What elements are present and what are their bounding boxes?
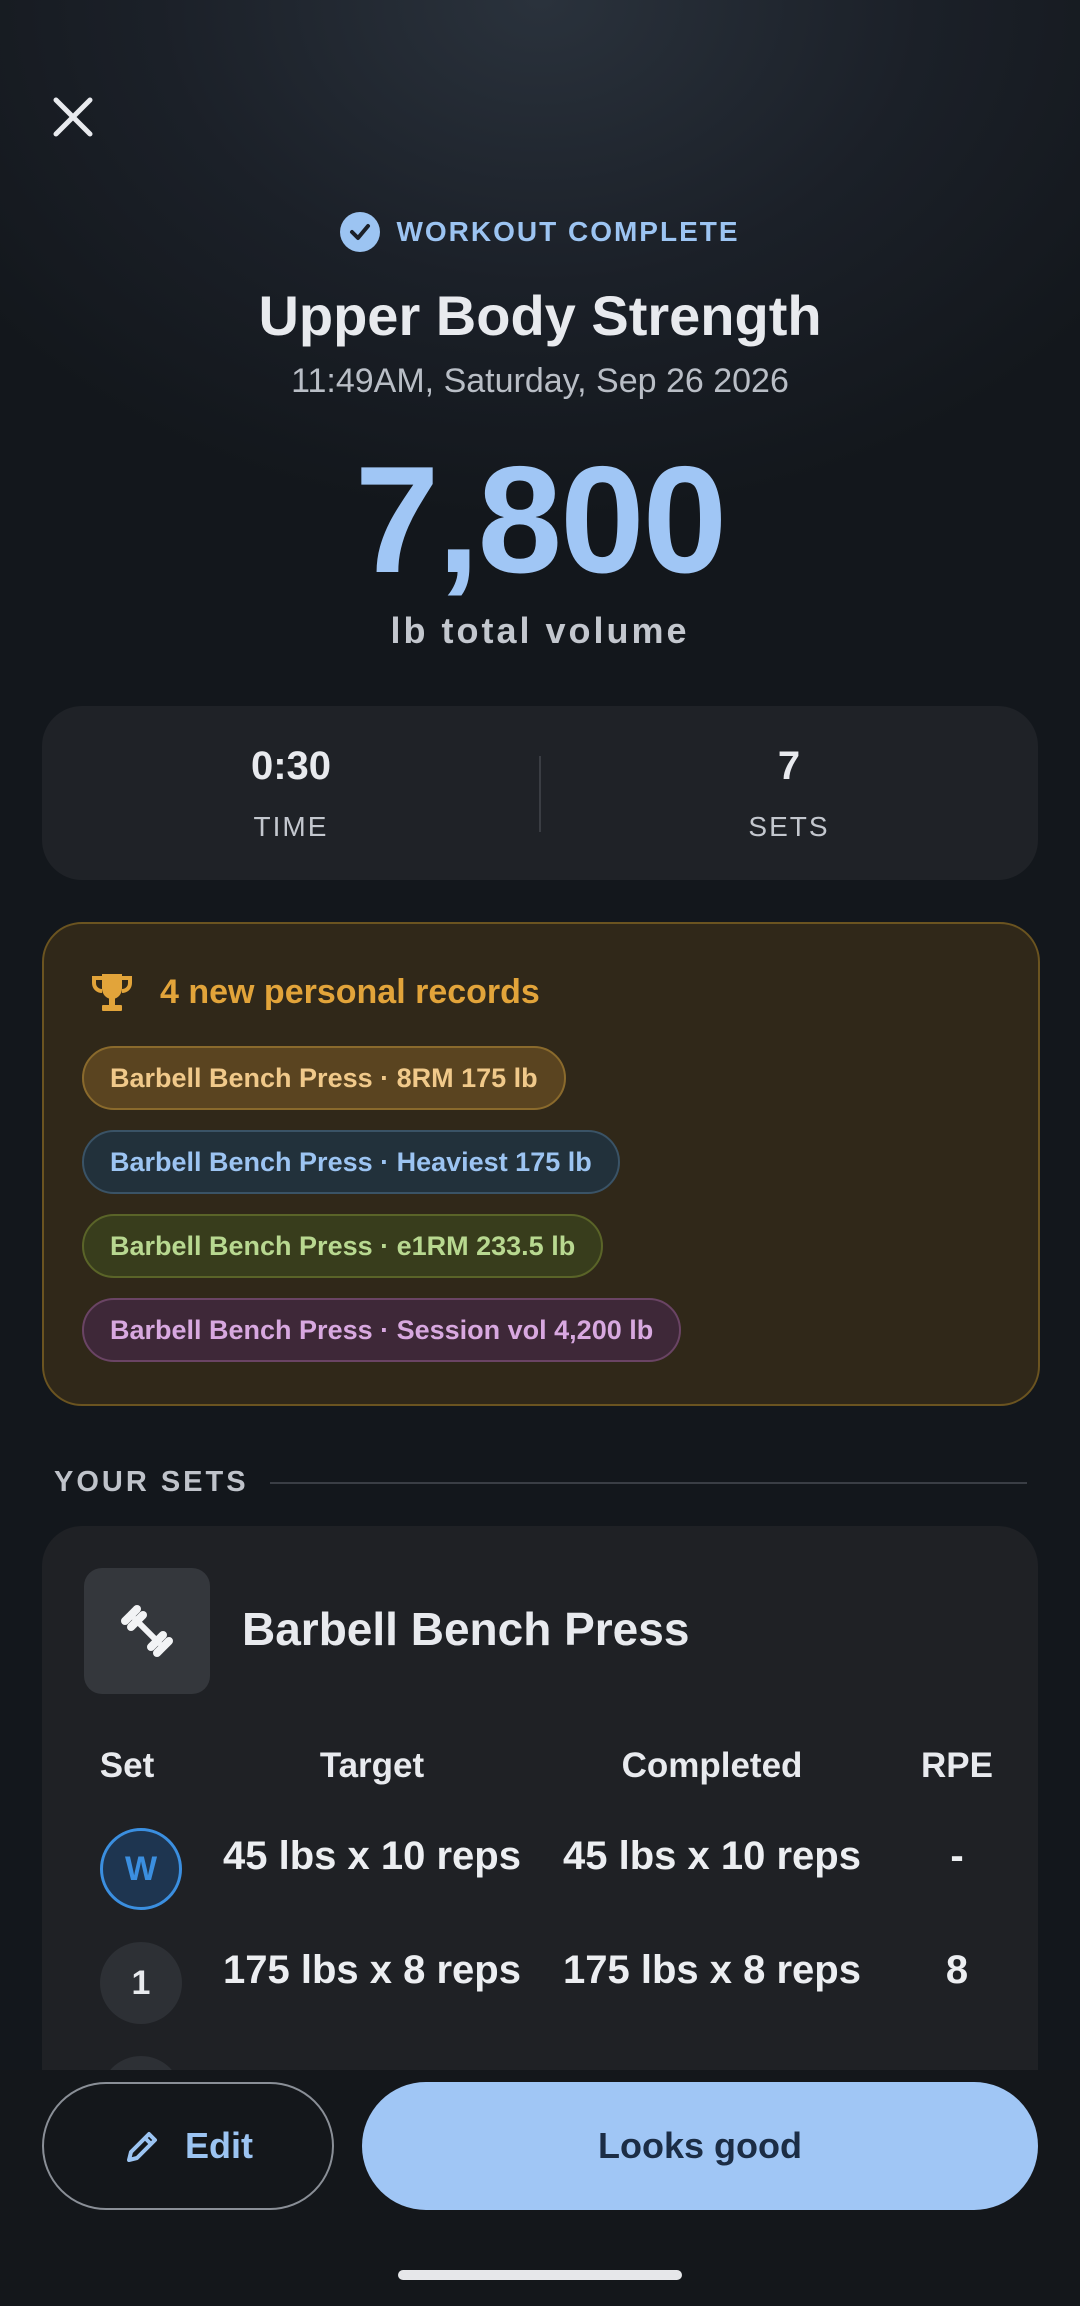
home-indicator[interactable] [398,2270,682,2280]
personal-records-title: 4 new personal records [160,972,540,1011]
column-header-target: Target [319,1746,425,1785]
personal-records-card: 4 new personal records Barbell Bench Pre… [42,922,1040,1406]
your-sets-heading: YOUR SETS [54,1466,249,1498]
stat-time-label: TIME [253,811,329,842]
looks-good-button[interactable]: Looks good [362,2082,1038,2210]
status-label: WORKOUT COMPLETE [396,216,740,247]
workout-status: WORKOUT COMPLETE [0,212,1080,252]
total-volume-value: 7,800 [354,435,727,605]
stats-card: 0:30 TIME 7 SETS [42,706,1038,880]
set-completed: 175 lbs x 8 reps [563,1948,861,1992]
set-completed: 45 lbs x 10 reps [563,1834,861,1878]
pr-chip-session-volume: Barbell Bench Press · Session vol 4,200 … [82,1298,682,1362]
section-divider [270,1482,1027,1484]
stat-time-value: 0:30 [250,744,332,788]
pr-chip-8rm: Barbell Bench Press · 8RM 175 lb [82,1046,566,1110]
pencil-icon [127,2132,157,2162]
stat-time: 0:30 TIME [42,744,540,843]
column-header-rpe: RPE [921,1746,993,1785]
looks-good-button-label: Looks good [598,2125,802,2166]
set-target: 175 lbs x 8 reps [223,1948,521,1992]
set-rpe: - [950,1834,964,1878]
trophy-icon [92,974,132,1011]
workout-datetime: 11:49AM, Saturday, Sep 26 2026 [291,362,789,400]
pr-chip-e1rm: Barbell Bench Press · e1RM 233.5 lb [82,1214,604,1278]
close-button[interactable] [48,92,98,142]
workout-title: Upper Body Strength [258,284,822,347]
set-number-badge: 1 [100,1942,182,2024]
exercise-name: Barbell Bench Press [242,1603,690,1655]
set-target: 45 lbs x 10 reps [223,1834,521,1878]
stat-sets-value: 7 [777,744,801,788]
total-volume-label: lb total volume [390,610,690,651]
column-header-completed: Completed [621,1746,803,1785]
edit-button[interactable]: Edit [42,2082,334,2210]
column-header-set: Set [99,1746,155,1785]
edit-button-label: Edit [185,2125,253,2166]
set-rpe: 8 [945,1948,969,1992]
close-icon [53,97,93,137]
check-circle-icon [340,212,381,252]
set-number-badge: W [100,1828,182,1910]
personal-records-header: 4 new personal records [88,968,540,1016]
pr-chip-heaviest: Barbell Bench Press · Heaviest 175 lb [82,1130,620,1194]
stat-sets-label: SETS [748,811,830,842]
dumbbell-icon [84,1568,210,1694]
stat-sets: 7 SETS [540,744,1038,843]
